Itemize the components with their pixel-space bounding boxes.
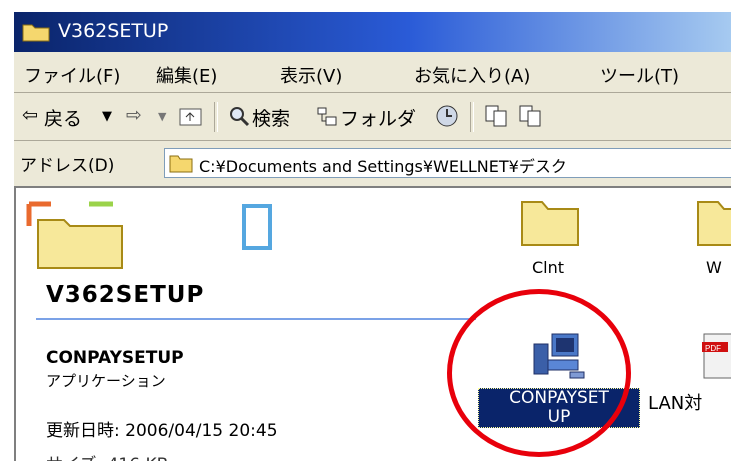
back-arrow-icon: ⇦ xyxy=(22,104,38,126)
forward-dropdown-icon[interactable]: ▼ xyxy=(158,110,166,123)
item-label: W xyxy=(706,258,722,277)
move-to-icon[interactable] xyxy=(484,104,510,128)
title-bar[interactable]: V362SETUP xyxy=(14,12,731,52)
folder-icon xyxy=(697,201,731,246)
up-folder-icon[interactable] xyxy=(178,104,204,128)
back-dropdown-icon[interactable]: ▼ xyxy=(102,109,112,124)
folder-icon xyxy=(22,24,50,42)
toolbar: ⇦ 戻る ▼ ⇨ ▼ 検索 フォルダ xyxy=(14,94,731,141)
address-label: アドレス(D) xyxy=(20,156,115,176)
menu-bar: ファイル(F) 編集(E) 表示(V) お気に入り(A) ツール(T) xyxy=(14,54,731,93)
folders-label: フォルダ xyxy=(340,108,417,130)
menu-tools[interactable]: ツール(T) xyxy=(600,62,679,88)
svg-text:PDF: PDF xyxy=(705,344,721,353)
folder-banner-logo xyxy=(26,201,272,269)
divider xyxy=(36,318,476,320)
folders-tree-icon xyxy=(317,107,337,126)
address-bar: アドレス(D) C:¥Documents and Settings¥WELLNE… xyxy=(14,142,731,184)
history-clock-icon[interactable] xyxy=(434,104,460,128)
back-label: 戻る xyxy=(44,108,83,130)
search-label: 検索 xyxy=(252,108,291,130)
selected-file-modified: 更新日時: 2006/04/15 20:45 xyxy=(46,421,278,441)
search-icon xyxy=(230,107,250,127)
menu-edit[interactable]: 編集(E) xyxy=(156,62,217,88)
highlight-circle-annotation xyxy=(447,289,631,457)
address-input[interactable]: C:¥Documents and Settings¥WELLNET¥デスク xyxy=(164,148,731,178)
selected-file-name: CONPAYSETUP xyxy=(46,348,184,368)
menu-file[interactable]: ファイル(F) xyxy=(24,62,120,88)
item-label: Clnt xyxy=(532,258,565,277)
selected-file-type: アプリケーション xyxy=(46,372,166,390)
folder-icon xyxy=(521,201,579,246)
address-path: C:¥Documents and Settings¥WELLNET¥デスク xyxy=(199,157,567,176)
copy-to-icon[interactable] xyxy=(518,104,544,128)
pdf-document-icon: PDF xyxy=(702,333,731,379)
folder-content: V362SETUP CONPAYSETUP アプリケーション 更新日時: 200… xyxy=(14,186,731,461)
window-title: V362SETUP xyxy=(58,20,169,42)
selected-file-size: サイズ: 416 KB xyxy=(46,450,168,461)
item-label: LAN対 xyxy=(648,393,703,414)
folder-name: V362SETUP xyxy=(46,282,205,308)
menu-view[interactable]: 表示(V) xyxy=(280,62,342,88)
folder-icon xyxy=(169,155,193,173)
menu-favorites[interactable]: お気に入り(A) xyxy=(414,62,530,88)
forward-arrow-icon[interactable]: ⇨ xyxy=(126,104,142,126)
